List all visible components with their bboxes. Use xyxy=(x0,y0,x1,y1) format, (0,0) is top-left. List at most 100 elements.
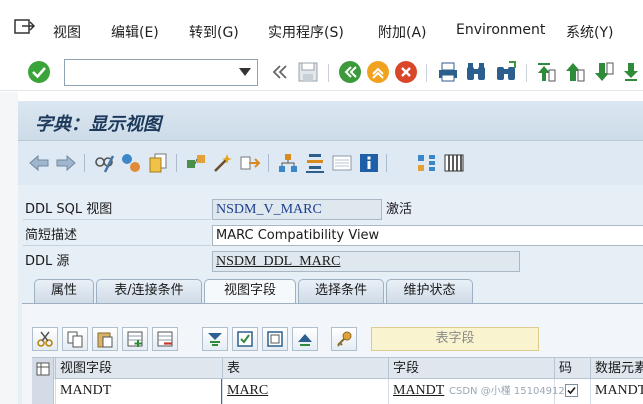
watermark: CSDN @小槿 15104912 xyxy=(449,386,565,397)
select-all-cell[interactable] xyxy=(32,358,54,379)
sort-up-icon xyxy=(298,334,312,346)
menu-bar: 视图 编辑(E) 转到(G) 实用程序(S) 附加(A) Environment… xyxy=(0,0,643,55)
find-icon[interactable] xyxy=(464,60,488,84)
paste-button[interactable] xyxy=(92,327,118,351)
paste-icon xyxy=(97,332,113,348)
cell-field-link[interactable]: MANDT xyxy=(393,383,444,398)
toolbar-separator xyxy=(526,64,527,82)
enter-icon[interactable] xyxy=(27,60,51,84)
sort-down-icon xyxy=(208,333,222,346)
cell-data-element[interactable]: MANDT xyxy=(590,379,643,404)
delete-row-icon xyxy=(157,331,173,347)
menu-environment[interactable]: Environment xyxy=(456,22,545,38)
copy-button[interactable] xyxy=(62,327,88,351)
key-checkbox[interactable] xyxy=(565,384,578,397)
check-icon[interactable] xyxy=(185,152,207,174)
command-input[interactable] xyxy=(65,60,235,85)
insert-row-button[interactable] xyxy=(122,327,148,351)
exit-icon[interactable] xyxy=(366,60,390,84)
system-toolbar xyxy=(0,55,643,91)
toolbar-separator xyxy=(84,154,85,172)
column-header-data-element[interactable]: 数据元素 xyxy=(590,358,643,379)
table-icon[interactable] xyxy=(443,152,465,174)
row-selector[interactable] xyxy=(32,379,54,404)
hierarchy-icon[interactable] xyxy=(416,152,438,174)
tab-attributes[interactable]: 属性 xyxy=(34,279,94,303)
tab-maintenance-status[interactable]: 维护状态 xyxy=(386,279,473,303)
menu-edit[interactable]: 编辑(E) xyxy=(111,22,159,42)
ddl-source-field[interactable]: NSDM_DDL_MARC xyxy=(212,251,520,272)
find-next-icon[interactable] xyxy=(494,60,518,84)
content-area: DDL SQL 视图 NSDM_V_MARC 激活 简短描述 MARC Comp… xyxy=(18,185,643,404)
page-title: 字典：显示视图 xyxy=(35,114,161,135)
cancel-icon[interactable] xyxy=(394,60,418,84)
insert-row-icon xyxy=(127,331,143,347)
deselect-all-button[interactable] xyxy=(262,327,288,351)
select-all-button[interactable] xyxy=(232,327,258,351)
object-list-icon[interactable] xyxy=(304,152,326,174)
menu-view[interactable]: 视图 xyxy=(53,22,81,42)
table-header: 视图字段 表 字段 码 数据元素 xyxy=(32,357,643,379)
deselect-all-icon xyxy=(267,331,283,347)
exit-menu-icon[interactable] xyxy=(14,17,36,35)
table-settings-icon xyxy=(36,362,50,376)
save-icon[interactable] xyxy=(296,60,320,84)
tab-selection-conditions[interactable]: 选择条件 xyxy=(298,279,384,303)
cell-table-link[interactable]: MARC xyxy=(227,383,268,398)
test-icon[interactable] xyxy=(239,152,261,174)
select-all-icon xyxy=(237,331,253,347)
navigation-window-icon[interactable] xyxy=(331,152,353,174)
sort-up-button[interactable] xyxy=(292,327,318,351)
ddl-sql-view-field[interactable]: NSDM_V_MARC xyxy=(212,199,382,220)
checkmark-icon xyxy=(567,386,576,395)
column-header-field[interactable]: 字段 xyxy=(388,358,554,379)
key-button[interactable] xyxy=(331,327,357,351)
print-icon[interactable] xyxy=(436,60,460,84)
short-description-field[interactable]: MARC Compatibility View xyxy=(212,225,643,246)
menu-system[interactable]: 系统(Y) xyxy=(566,22,613,42)
info-icon[interactable] xyxy=(358,152,380,174)
copy-icon xyxy=(67,331,83,348)
cut-button[interactable] xyxy=(32,327,58,351)
table-fields-button[interactable]: 表字段 xyxy=(371,327,539,351)
toolbar-separator xyxy=(176,154,177,172)
cell-view-field[interactable]: MANDT xyxy=(55,379,222,404)
column-header-view-field[interactable]: 视图字段 xyxy=(55,358,222,379)
menu-goto[interactable]: 转到(G) xyxy=(189,22,239,42)
column-header-table[interactable]: 表 xyxy=(222,358,388,379)
back-icon[interactable] xyxy=(338,60,362,84)
other-object-icon[interactable] xyxy=(120,152,142,174)
next-page-icon[interactable] xyxy=(592,60,616,84)
title-bar: 字典：显示视图 xyxy=(18,101,643,141)
last-page-icon[interactable] xyxy=(621,60,643,84)
command-dropdown-icon[interactable] xyxy=(239,68,251,76)
active-inactive-icon[interactable] xyxy=(147,152,169,174)
toolbar-separator xyxy=(268,154,269,172)
key-icon xyxy=(337,331,352,347)
delete-row-button[interactable] xyxy=(152,327,178,351)
cut-icon xyxy=(37,331,53,347)
toolbar-separator xyxy=(328,64,329,82)
status-text: 激活 xyxy=(386,202,413,217)
where-used-icon[interactable] xyxy=(277,152,299,174)
tab-table-join-conditions[interactable]: 表/连接条件 xyxy=(96,279,202,303)
sort-down-button[interactable] xyxy=(202,327,228,351)
cell-table[interactable]: MARC xyxy=(222,379,388,404)
forward-arrow-icon[interactable] xyxy=(55,152,77,174)
menu-extras[interactable]: 附加(A) xyxy=(378,22,427,42)
short-description-label: 简短描述 xyxy=(23,225,211,246)
tab-view-fields[interactable]: 视图字段 xyxy=(204,279,296,303)
toolbar-separator xyxy=(386,154,387,172)
tab-strip: 属性 表/连接条件 视图字段 选择条件 维护状态 xyxy=(18,279,643,303)
display-change-icon[interactable] xyxy=(93,152,115,174)
first-page-icon[interactable] xyxy=(534,60,558,84)
command-field[interactable] xyxy=(64,59,258,86)
previous-page-icon[interactable] xyxy=(563,60,587,84)
ddl-source-label: DDL 源 xyxy=(23,251,211,272)
back-arrow-icon[interactable] xyxy=(28,152,50,174)
column-header-key[interactable]: 码 xyxy=(554,358,590,379)
application-toolbar xyxy=(18,141,643,185)
activate-icon[interactable] xyxy=(212,152,234,174)
collapse-icon[interactable] xyxy=(268,60,292,84)
menu-utilities[interactable]: 实用程序(S) xyxy=(268,22,344,42)
